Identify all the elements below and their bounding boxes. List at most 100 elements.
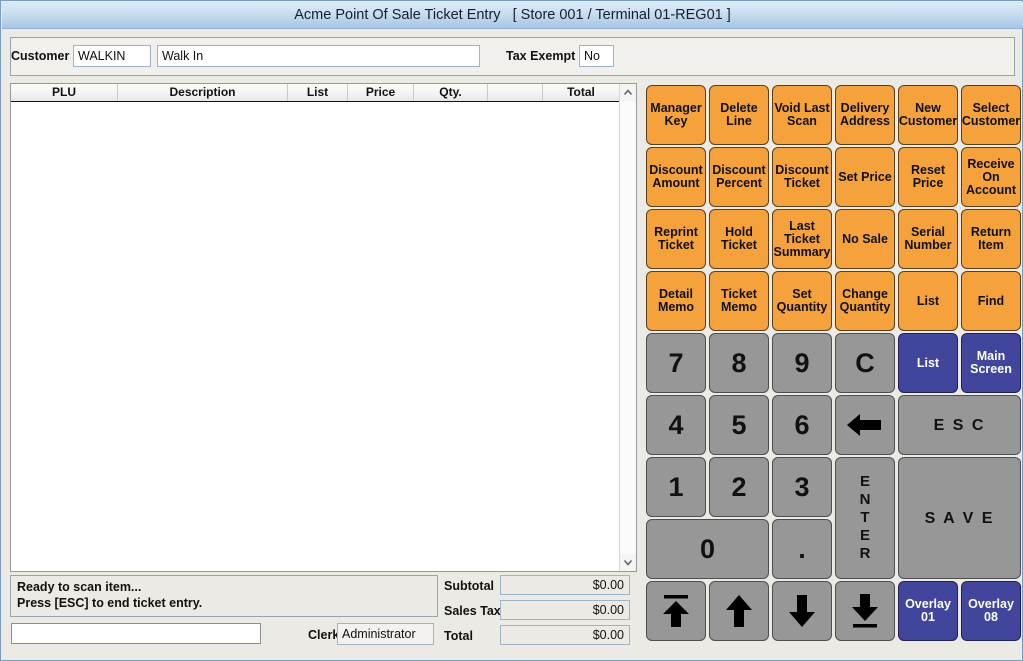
enter-label: ENTER xyxy=(856,473,874,563)
scan-input[interactable] xyxy=(11,623,261,644)
keypad-enter-button[interactable]: ENTER xyxy=(835,457,895,579)
function-key-void-last-scan[interactable]: Void Last Scan xyxy=(772,85,832,145)
function-key-delivery-address[interactable]: Delivery Address xyxy=(835,85,895,145)
column-header-plu[interactable]: PLU xyxy=(11,84,118,101)
function-key-list[interactable]: List xyxy=(898,271,958,331)
grid-body[interactable] xyxy=(11,102,619,571)
function-key-return-item[interactable]: Return Item xyxy=(961,209,1021,269)
overlay08-line2: 08 xyxy=(984,610,998,624)
customer-name-field[interactable]: Walk In xyxy=(157,45,480,67)
status-line-1: Ready to scan item... xyxy=(17,580,142,594)
clerk-field[interactable]: Administrator xyxy=(337,623,434,645)
fk-line1: Receive xyxy=(967,156,1015,171)
fk-line2: Memo xyxy=(657,300,695,314)
keypad-decimal[interactable]: . xyxy=(772,519,832,579)
total-value: $0.00 xyxy=(500,625,630,645)
customer-code-field[interactable]: WALKIN xyxy=(73,45,151,67)
fk-line2: Line xyxy=(726,114,752,128)
function-key-ticket-memo[interactable]: Ticket Memo xyxy=(709,271,769,331)
keypad-clear[interactable]: C xyxy=(835,333,895,393)
keypad-escape-button[interactable]: E S C xyxy=(898,395,1021,455)
fk-line2: Customer xyxy=(898,114,958,128)
fk-line2: Amount xyxy=(652,176,700,190)
fk-line1: Find xyxy=(977,293,1005,308)
chevron-down-icon[interactable] xyxy=(620,554,636,571)
fk-line2: Scan xyxy=(787,114,817,128)
arrow-to-bottom-icon[interactable] xyxy=(835,581,895,641)
function-key-set-price[interactable]: Set Price xyxy=(835,147,895,207)
keypad-digit-2[interactable]: 2 xyxy=(709,457,769,517)
backspace-arrow-icon[interactable] xyxy=(835,395,895,455)
column-header-qty[interactable]: Qty. xyxy=(414,84,488,101)
column-header-description[interactable]: Description xyxy=(118,84,288,101)
function-key-last-ticket-summary[interactable]: Last Ticket Summary xyxy=(772,209,832,269)
fk-line1: List xyxy=(916,293,940,308)
keypad-list-button[interactable]: List xyxy=(898,333,958,393)
fk-line2: Memo xyxy=(720,300,758,314)
column-header-spacer[interactable] xyxy=(488,84,543,101)
function-key-receive-on-account[interactable]: Receive On Account xyxy=(961,147,1021,207)
keypad-digit-5[interactable]: 5 xyxy=(709,395,769,455)
main-screen-line2: Screen xyxy=(970,362,1012,376)
overlay-01-button[interactable]: Overlay 01 xyxy=(898,581,958,641)
keypad-digit-4[interactable]: 4 xyxy=(646,395,706,455)
keypad-digit-8[interactable]: 8 xyxy=(709,333,769,393)
function-key-discount-percent[interactable]: Discount Percent xyxy=(709,147,769,207)
arrow-to-top-icon[interactable] xyxy=(646,581,706,641)
keypad-digit-6[interactable]: 6 xyxy=(772,395,832,455)
function-key-reset-price[interactable]: Reset Price xyxy=(898,147,958,207)
function-key-no-sale[interactable]: No Sale xyxy=(835,209,895,269)
function-key-change-quantity[interactable]: Change Quantity xyxy=(835,271,895,331)
keypad-digit-0[interactable]: 0 xyxy=(646,519,769,579)
keypad-digit-7[interactable]: 7 xyxy=(646,333,706,393)
function-key-find[interactable]: Find xyxy=(961,271,1021,331)
column-header-price[interactable]: Price xyxy=(348,84,414,101)
sales-tax-value: $0.00 xyxy=(500,600,630,620)
grid-vertical-scrollbar[interactable] xyxy=(619,84,636,571)
chevron-up-icon[interactable] xyxy=(620,84,636,101)
keypad-digit-9[interactable]: 9 xyxy=(772,333,832,393)
clerk-label: Clerk xyxy=(308,628,340,642)
function-key-discount-amount[interactable]: Discount Amount xyxy=(646,147,706,207)
function-key-detail-memo[interactable]: Detail Memo xyxy=(646,271,706,331)
arrow-up-icon[interactable] xyxy=(709,581,769,641)
grid-header-row: PLU Description List Price Qty. Total xyxy=(11,84,636,102)
key-panel: Manager Key Delete Line Void Last Scan Deli… xyxy=(642,81,1021,655)
function-key-new-customer[interactable]: New Customer xyxy=(898,85,958,145)
fk-line3: Account xyxy=(966,182,1016,197)
subtotal-label: Subtotal xyxy=(444,579,494,593)
fk-line1: No Sale xyxy=(842,231,888,246)
fk-line2: Address xyxy=(839,114,891,128)
function-key-manager-key[interactable]: Manager Key xyxy=(646,85,706,145)
total-label: Total xyxy=(444,629,473,643)
function-key-reprint-ticket[interactable]: Reprint Ticket xyxy=(646,209,706,269)
keypad-main-screen-button[interactable]: Main Screen xyxy=(961,333,1021,393)
keypad-save-button[interactable]: S A V E xyxy=(898,457,1021,579)
title-bar: Acme Point Of Sale Ticket Entry [ Store … xyxy=(2,2,1023,29)
tax-exempt-label: Tax Exempt xyxy=(506,49,576,63)
fk-line2: Item xyxy=(978,238,1004,252)
overlay-08-button[interactable]: Overlay 08 xyxy=(961,581,1021,641)
customer-label: Customer xyxy=(11,49,70,63)
function-key-serial-number[interactable]: Serial Number xyxy=(898,209,958,269)
fk-line2: On xyxy=(982,169,1000,184)
scrollbar-track[interactable] xyxy=(620,101,636,554)
function-key-delete-line[interactable]: Delete Line xyxy=(709,85,769,145)
fk-line2: Ticket xyxy=(658,238,694,252)
pos-window: Acme Point Of Sale Ticket Entry [ Store … xyxy=(0,0,1023,661)
function-key-discount-ticket[interactable]: Discount Ticket xyxy=(772,147,832,207)
overlay01-line2: 01 xyxy=(921,610,935,624)
arrow-down-icon[interactable] xyxy=(772,581,832,641)
column-header-total[interactable]: Total xyxy=(543,84,619,101)
fk-line2: Customer xyxy=(961,114,1021,128)
keypad-digit-3[interactable]: 3 xyxy=(772,457,832,517)
fk-line2: Ticket xyxy=(784,231,820,246)
fk-line2: Number xyxy=(904,238,952,252)
column-header-list[interactable]: List xyxy=(288,84,348,101)
tax-exempt-field[interactable]: No xyxy=(579,45,614,67)
function-key-hold-ticket[interactable]: Hold Ticket xyxy=(709,209,769,269)
function-key-select-customer[interactable]: Select Customer xyxy=(961,85,1021,145)
window-title: Acme Point Of Sale Ticket Entry [ Store … xyxy=(294,7,731,23)
function-key-set-quantity[interactable]: Set Quantity xyxy=(772,271,832,331)
keypad-digit-1[interactable]: 1 xyxy=(646,457,706,517)
